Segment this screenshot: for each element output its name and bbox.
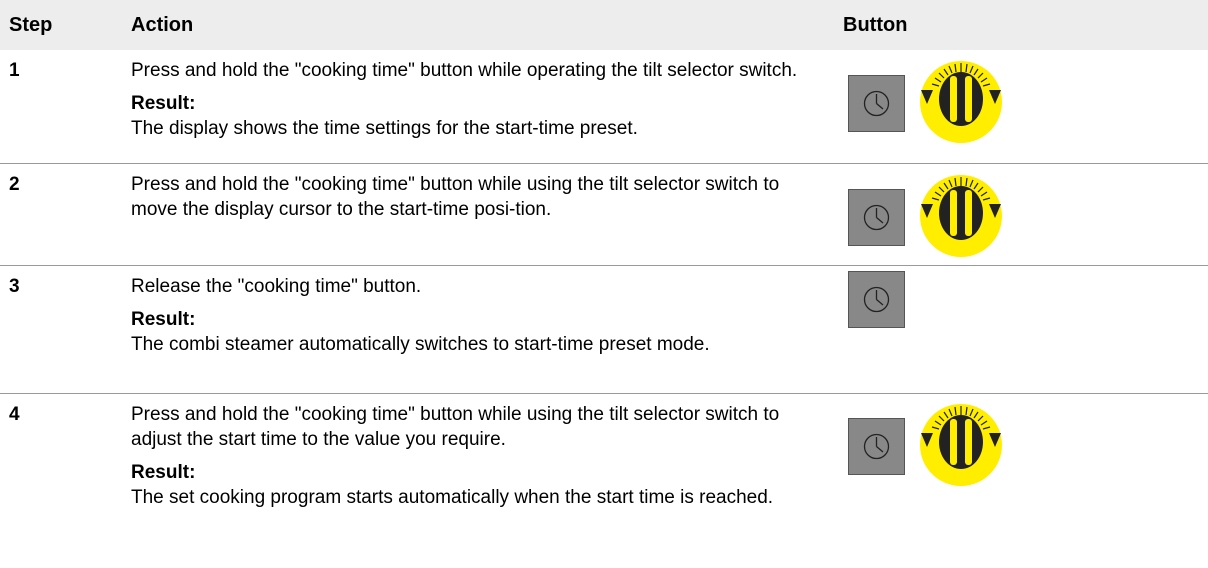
action-cell: Release the "cooking time" button. Resul… xyxy=(131,266,843,393)
action-text: Press and hold the "cooking time" button… xyxy=(131,174,780,220)
action-text: Press and hold the "cooking time" button… xyxy=(131,60,798,81)
clock-icon xyxy=(848,75,905,132)
result-label: Result: xyxy=(131,462,196,483)
action-cell: Press and hold the "cooking time" button… xyxy=(131,394,843,564)
action-cell: Press and hold the "cooking time" button… xyxy=(131,164,843,265)
table-row: 4 Press and hold the "cooking time" butt… xyxy=(0,394,1208,564)
table-row: 3 Release the "cooking time" button. Res… xyxy=(0,266,1208,394)
header-action: Action xyxy=(131,13,194,36)
button-cell xyxy=(843,394,1208,564)
clock-icon xyxy=(848,418,905,475)
step-number: 2 xyxy=(9,174,20,195)
clock-icon xyxy=(848,189,905,246)
result-text: The combi steamer automatically switches… xyxy=(131,334,710,355)
action-text: Release the "cooking time" button. xyxy=(131,276,422,297)
tilt-selector-knob-icon xyxy=(919,403,1003,487)
table-row: 2 Press and hold the "cooking time" butt… xyxy=(0,164,1208,266)
action-cell: Press and hold the "cooking time" button… xyxy=(131,50,843,163)
header-step: Step xyxy=(9,13,53,36)
header-button: Button xyxy=(843,13,908,36)
result-label: Result: xyxy=(131,93,196,114)
button-cell xyxy=(843,50,1208,163)
table-row: 1 Press and hold the "cooking time" butt… xyxy=(0,50,1208,164)
table-header: Step Action Button xyxy=(0,0,1208,50)
action-text: Press and hold the "cooking time" button… xyxy=(131,404,780,450)
step-number: 4 xyxy=(9,404,20,425)
step-number: 3 xyxy=(9,276,20,297)
button-cell xyxy=(843,164,1208,265)
result-text: The set cooking program starts automatic… xyxy=(131,487,774,508)
instruction-table: Step Action Button 1 Press and hold the … xyxy=(0,0,1208,564)
button-cell xyxy=(843,266,1208,393)
clock-icon xyxy=(848,271,905,328)
tilt-selector-knob-icon xyxy=(919,60,1003,144)
result-label: Result: xyxy=(131,309,196,330)
step-number: 1 xyxy=(9,60,20,81)
result-text: The display shows the time settings for … xyxy=(131,118,638,139)
tilt-selector-knob-icon xyxy=(919,174,1003,258)
